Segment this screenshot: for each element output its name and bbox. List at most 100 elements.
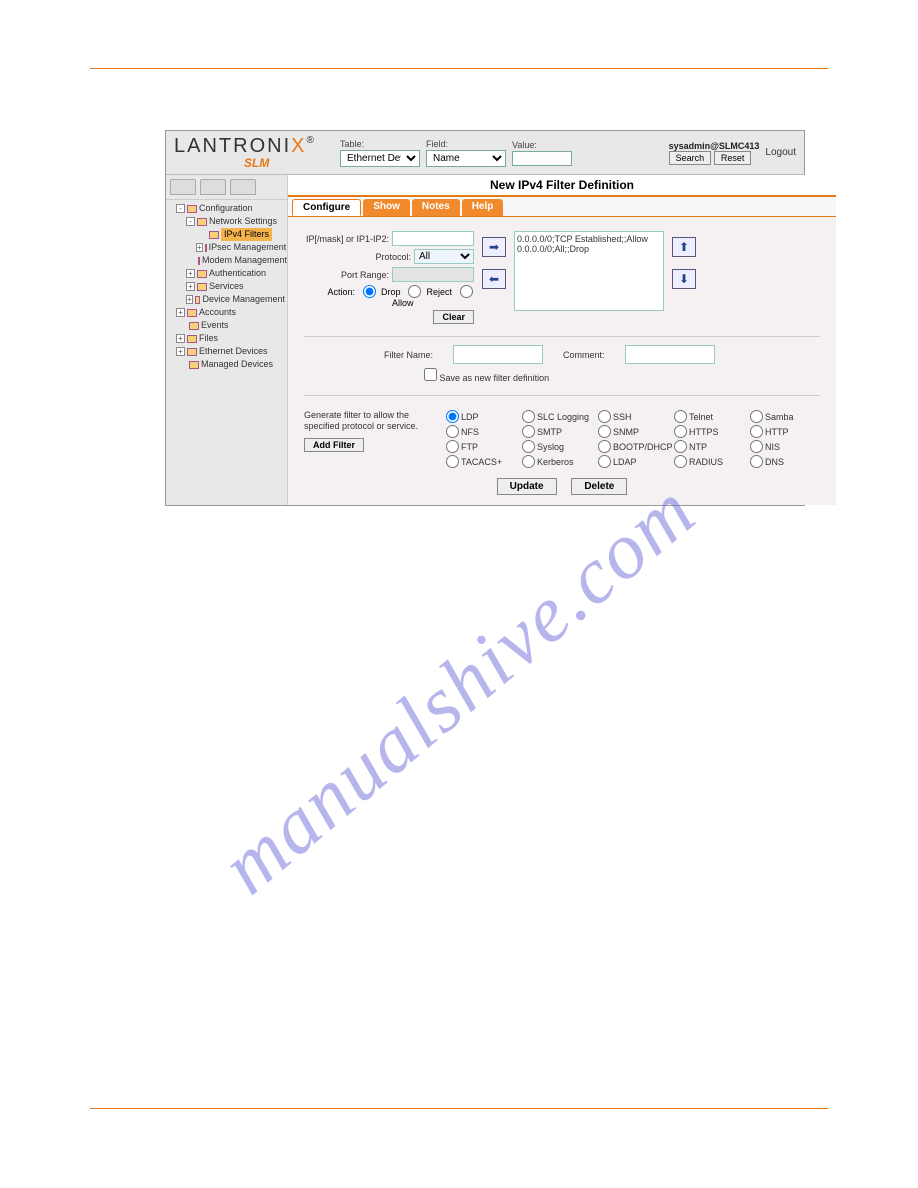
toggle-icon[interactable]: - <box>176 204 185 213</box>
tree-node[interactable]: +Ethernet Devices <box>168 345 285 358</box>
tree-node[interactable]: IPv4 Filters <box>168 228 285 241</box>
protocol-option[interactable]: Telnet <box>674 410 744 423</box>
protocol-option[interactable]: Samba <box>750 410 820 423</box>
protocol-option[interactable]: SMTP <box>522 425 592 438</box>
field-select[interactable]: Name <box>426 150 506 167</box>
side-tab-3[interactable] <box>230 179 256 195</box>
side-tab-1[interactable] <box>170 179 196 195</box>
protocol-option[interactable]: Kerberos <box>522 455 592 468</box>
protocol-radio[interactable] <box>446 440 459 453</box>
action-allow-radio[interactable] <box>460 285 473 298</box>
protocol-radio[interactable] <box>598 455 611 468</box>
protocol-option[interactable]: LDAP <box>598 455 668 468</box>
protocol-option[interactable]: LDP <box>446 410 516 423</box>
tree-node[interactable]: -Configuration <box>168 202 285 215</box>
protocol-radio[interactable] <box>598 440 611 453</box>
delete-button[interactable]: Delete <box>571 478 627 495</box>
tree-node[interactable]: Managed Devices <box>168 358 285 371</box>
protocol-option[interactable]: TACACS+ <box>446 455 516 468</box>
arrow-down-button[interactable]: ⬇ <box>672 269 696 289</box>
tree-label: Authentication <box>209 267 266 280</box>
protocol-option[interactable]: SLC Logging <box>522 410 592 423</box>
folder-icon <box>197 283 207 291</box>
protocol-option[interactable]: FTP <box>446 440 516 453</box>
tab-configure[interactable]: Configure <box>292 199 361 216</box>
update-button[interactable]: Update <box>497 478 557 495</box>
tree-node[interactable]: -Network Settings <box>168 215 285 228</box>
addfilter-button[interactable]: Add Filter <box>304 438 364 452</box>
protocol-option[interactable]: NTP <box>674 440 744 453</box>
tree-node[interactable]: Events <box>168 319 285 332</box>
protocol-radio[interactable] <box>522 440 535 453</box>
protocol-option[interactable]: SNMP <box>598 425 668 438</box>
filtername-input[interactable] <box>453 345 543 364</box>
protocol-option[interactable]: DNS <box>750 455 820 468</box>
protocol-radio[interactable] <box>522 455 535 468</box>
rule-item[interactable]: 0.0.0.0/0;TCP Established;;Allow <box>517 234 661 244</box>
protocol-option[interactable]: SSH <box>598 410 668 423</box>
protocol-option[interactable]: Syslog <box>522 440 592 453</box>
folder-icon <box>209 231 219 239</box>
protocol-option[interactable]: HTTP <box>750 425 820 438</box>
clear-button[interactable]: Clear <box>433 310 474 324</box>
toggle-icon[interactable]: + <box>196 243 203 252</box>
tree-node[interactable]: +Accounts <box>168 306 285 319</box>
comment-input[interactable] <box>625 345 715 364</box>
tree-node[interactable]: +Files <box>168 332 285 345</box>
toggle-icon[interactable]: + <box>176 308 185 317</box>
logout-link[interactable]: Logout <box>765 147 796 158</box>
side-tab-2[interactable] <box>200 179 226 195</box>
toggle-icon[interactable]: + <box>176 347 185 356</box>
protocol-option[interactable]: NFS <box>446 425 516 438</box>
tab-notes[interactable]: Notes <box>412 199 460 216</box>
tree-node[interactable]: +Services <box>168 280 285 293</box>
protocol-radio[interactable] <box>522 425 535 438</box>
toggle-icon[interactable]: + <box>186 269 195 278</box>
arrow-left-button[interactable]: ⬅ <box>482 269 506 289</box>
value-input[interactable] <box>512 151 572 166</box>
toggle-icon[interactable]: + <box>186 282 195 291</box>
tree-node[interactable]: + Authentication <box>168 267 285 280</box>
protocol-radio[interactable] <box>750 425 763 438</box>
protocol-radio[interactable] <box>446 410 459 423</box>
reset-button[interactable]: Reset <box>714 151 752 165</box>
rule-item[interactable]: 0.0.0.0/0;All;;Drop <box>517 244 661 254</box>
toggle-icon[interactable]: + <box>186 295 193 304</box>
protocol-select[interactable]: All <box>414 249 474 264</box>
protocol-radio[interactable] <box>522 410 535 423</box>
protocol-option[interactable]: NIS <box>750 440 820 453</box>
field-label: Field: <box>426 139 506 149</box>
tree-node[interactable]: +IPsec Management <box>168 241 285 254</box>
protocol-radio[interactable] <box>598 425 611 438</box>
protocol-option[interactable]: BOOTP/DHCP <box>598 440 668 453</box>
protocol-radio[interactable] <box>674 425 687 438</box>
protocol-radio[interactable] <box>598 410 611 423</box>
action-drop-radio[interactable] <box>363 285 376 298</box>
portrange-input[interactable] <box>392 267 474 282</box>
protocol-radio[interactable] <box>674 410 687 423</box>
protocol-radio[interactable] <box>750 440 763 453</box>
search-button[interactable]: Search <box>669 151 712 165</box>
table-select[interactable]: Ethernet Device <box>340 150 420 167</box>
tab-show[interactable]: Show <box>363 199 410 216</box>
toggle-icon[interactable]: + <box>176 334 185 343</box>
rules-listbox[interactable]: 0.0.0.0/0;TCP Established;;Allow0.0.0.0/… <box>514 231 664 311</box>
protocol-radio[interactable] <box>674 440 687 453</box>
tree-node[interactable]: +Device Management <box>168 293 285 306</box>
protocol-radio[interactable] <box>750 455 763 468</box>
arrow-right-button[interactable]: ➡ <box>482 237 506 257</box>
action-reject-radio[interactable] <box>408 285 421 298</box>
protocol-radio[interactable] <box>446 455 459 468</box>
protocol-radio[interactable] <box>446 425 459 438</box>
arrow-up-button[interactable]: ⬆ <box>672 237 696 257</box>
protocol-option[interactable]: RADIUS <box>674 455 744 468</box>
toggle-icon[interactable]: - <box>186 217 195 226</box>
page-rule-bottom <box>90 1108 828 1109</box>
protocol-option[interactable]: HTTPS <box>674 425 744 438</box>
protocol-radio[interactable] <box>674 455 687 468</box>
save-checkbox[interactable] <box>424 368 437 381</box>
tree-node[interactable]: Modem Management <box>168 254 285 267</box>
protocol-radio[interactable] <box>750 410 763 423</box>
ip-input[interactable] <box>392 231 474 246</box>
tab-help[interactable]: Help <box>462 199 504 216</box>
